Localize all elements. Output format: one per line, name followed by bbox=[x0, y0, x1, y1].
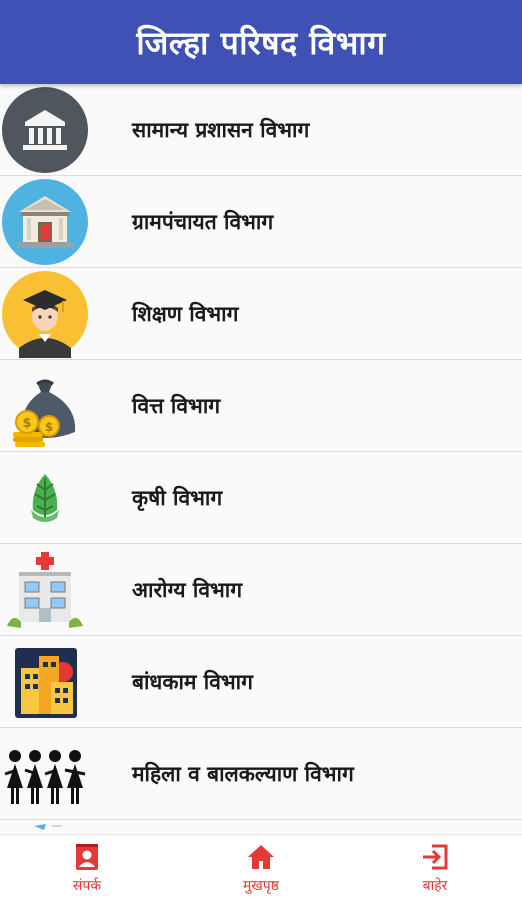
women-group-icon bbox=[1, 730, 89, 818]
nav-home-button[interactable]: मुखपृष्ठ bbox=[174, 842, 348, 895]
list-item-finance[interactable]: $ $ वित्त विभाग bbox=[0, 360, 522, 452]
list-item-label: कृषी विभाग bbox=[132, 485, 223, 510]
list-item-health[interactable]: आरोग्य विभाग bbox=[0, 544, 522, 636]
exit-icon bbox=[423, 844, 448, 869]
list-item-partial[interactable] bbox=[0, 820, 522, 834]
list-item-label: वित्त विभाग bbox=[132, 393, 221, 418]
city-buildings-icon bbox=[1, 638, 89, 726]
list-item-education[interactable]: शिक्षण विभाग bbox=[0, 268, 522, 360]
list-item-construction[interactable]: बांधकाम विभाग bbox=[0, 636, 522, 728]
nav-exit-button[interactable]: बाहेर bbox=[348, 842, 522, 895]
partial-item-icon bbox=[34, 824, 62, 830]
contact-card-icon bbox=[76, 843, 98, 870]
list-item-general-administration[interactable]: सामान्य प्रशासन विभाग bbox=[0, 84, 522, 176]
hospital-icon bbox=[1, 546, 89, 634]
list-item-label: ग्रामपंचायत विभाग bbox=[132, 209, 274, 234]
home-icon bbox=[248, 844, 274, 869]
list-item-gram-panchayat[interactable]: ग्रामपंचायत विभाग bbox=[0, 176, 522, 268]
nav-exit-label: बाहेर bbox=[422, 877, 448, 894]
nav-contact-button[interactable]: संपर्क bbox=[0, 842, 174, 895]
department-list[interactable]: सामान्य प्रशासन विभाग ग्रामपंचायत विभाग bbox=[0, 84, 522, 834]
list-item-label: शिक्षण विभाग bbox=[132, 301, 239, 326]
bank-building-icon bbox=[1, 86, 89, 174]
bottom-nav: संपर्क मुखपृष्ठ बाहेर bbox=[0, 834, 522, 901]
graduate-student-icon bbox=[1, 270, 89, 358]
app-bar: जिल्हा परिषद विभाग bbox=[0, 0, 522, 84]
nav-contact-label: संपर्क bbox=[72, 877, 102, 894]
svg-text:$: $ bbox=[45, 420, 53, 434]
nav-home-label: मुखपृष्ठ bbox=[242, 877, 280, 894]
list-item-label: बांधकाम विभाग bbox=[132, 669, 253, 694]
list-item-women-child-welfare[interactable]: महिला व बालकल्याण विभाग bbox=[0, 728, 522, 820]
svg-text:$: $ bbox=[22, 416, 31, 431]
money-bag-icon: $ $ bbox=[1, 362, 89, 450]
page-title: जिल्हा परिषद विभाग bbox=[136, 23, 386, 62]
village-building-icon bbox=[1, 178, 89, 266]
list-item-label: आरोग्य विभाग bbox=[132, 577, 243, 602]
plant-leaf-icon bbox=[1, 454, 89, 542]
list-item-agriculture[interactable]: कृषी विभाग bbox=[0, 452, 522, 544]
list-item-label: सामान्य प्रशासन विभाग bbox=[132, 117, 310, 142]
list-item-label: महिला व बालकल्याण विभाग bbox=[132, 761, 354, 786]
